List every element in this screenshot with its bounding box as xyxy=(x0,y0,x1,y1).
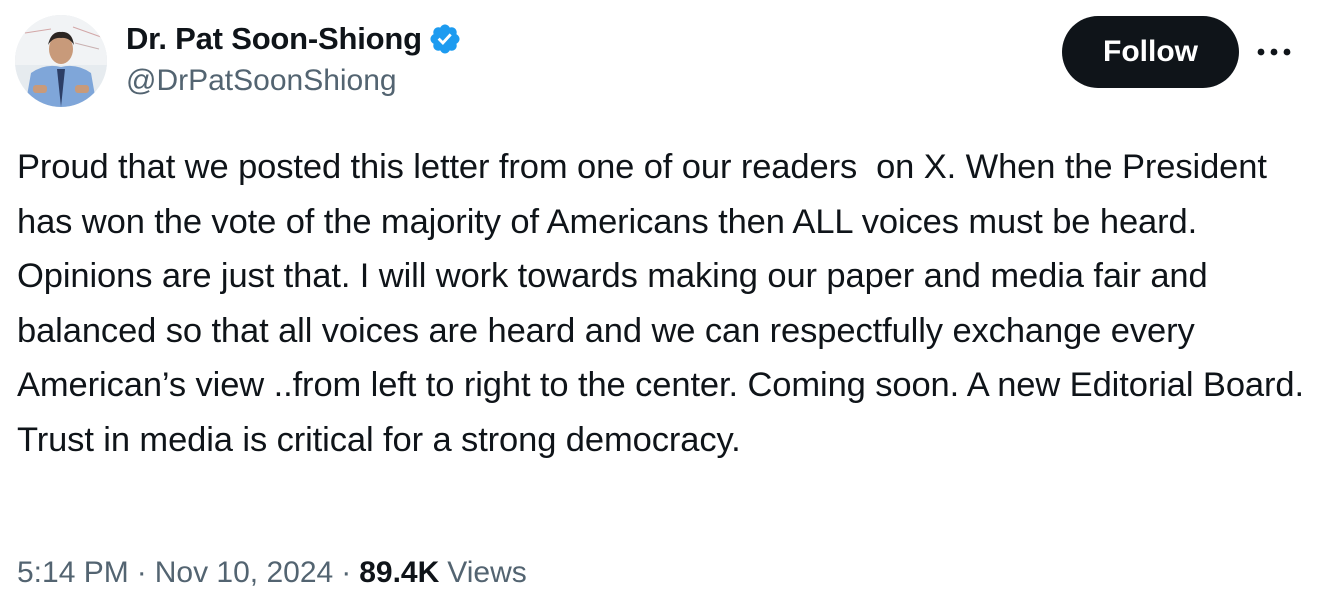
author-handle[interactable]: @DrPatSoonShiong xyxy=(126,64,462,98)
meta-separator: · xyxy=(136,556,147,589)
avatar[interactable] xyxy=(15,15,107,107)
tweet-meta: 5:14 PM · Nov 10, 2024 · 89.4K Views xyxy=(17,556,527,590)
tweet-card: Dr. Pat Soon-Shiong @DrPatSoonShiong Fol… xyxy=(0,0,1340,612)
author-display-name[interactable]: Dr. Pat Soon-Shiong xyxy=(126,21,422,57)
author-name-row: Dr. Pat Soon-Shiong xyxy=(126,18,462,60)
views-count[interactable]: 89.4K xyxy=(359,556,439,590)
follow-button[interactable]: Follow xyxy=(1062,16,1239,88)
views-label[interactable]: Views xyxy=(447,556,526,590)
tweet-text: Proud that we posted this letter from on… xyxy=(17,148,1313,459)
more-options-button[interactable] xyxy=(1254,36,1294,68)
tweet-time[interactable]: 5:14 PM xyxy=(17,556,129,590)
author-block: Dr. Pat Soon-Shiong @DrPatSoonShiong xyxy=(126,18,462,98)
meta-separator: · xyxy=(341,556,352,589)
verified-badge-icon[interactable] xyxy=(428,22,462,56)
more-horizontal-icon xyxy=(1257,48,1291,56)
profile-photo-icon xyxy=(15,15,107,107)
tweet-date[interactable]: Nov 10, 2024 xyxy=(155,556,333,590)
